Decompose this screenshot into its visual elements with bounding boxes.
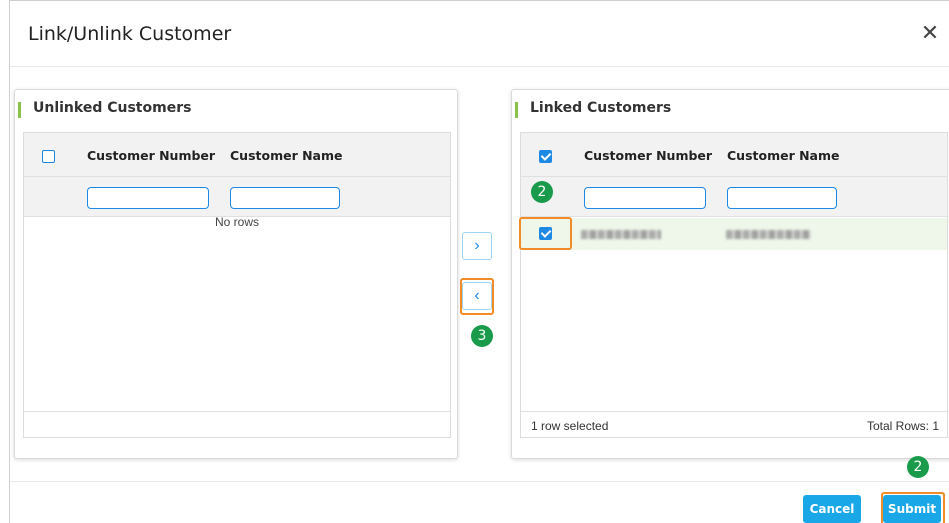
linked-panel-title: Linked Customers [512, 100, 671, 120]
unlinked-title-text: Unlinked Customers [33, 100, 192, 116]
redacted-customer-name [726, 230, 811, 239]
selected-count: 1 row selected [531, 419, 609, 433]
column-header-customer-number[interactable]: Customer Number [584, 148, 712, 163]
customer-number-filter-input[interactable] [584, 187, 706, 209]
total-rows: Total Rows: 1 [866, 419, 939, 433]
step-badge-submit: 2 [907, 456, 929, 478]
step-badge-unlink: 3 [471, 325, 493, 347]
close-icon[interactable]: ✕ [918, 21, 942, 45]
linked-customers-panel: Linked Customers Customer Number Custome… [511, 89, 949, 459]
footer-divider [10, 481, 949, 482]
unlinked-panel-title: Unlinked Customers [15, 100, 191, 120]
grid-header: Customer Number Customer Name [24, 133, 450, 177]
cancel-button[interactable]: Cancel [803, 495, 861, 523]
column-header-customer-name[interactable]: Customer Name [230, 148, 343, 163]
select-all-checkbox[interactable] [539, 150, 552, 163]
customer-number-filter-input[interactable] [87, 187, 209, 209]
customer-name-filter-input[interactable] [727, 187, 837, 209]
grid-filter-row [24, 177, 450, 217]
column-header-customer-name[interactable]: Customer Name [727, 148, 840, 163]
step-badge-header: 2 [531, 181, 553, 203]
select-all-checkbox[interactable] [42, 150, 55, 163]
row-checkbox-highlight [519, 217, 572, 250]
submit-button-highlight [881, 492, 945, 523]
grid-footer: 1 row selected Total Rows: 1 [521, 411, 947, 437]
chevron-right-icon: › [474, 237, 480, 254]
dialog-header: Link/Unlink Customer ✕ [10, 1, 949, 67]
column-header-customer-number[interactable]: Customer Number [87, 148, 215, 163]
dialog-title: Link/Unlink Customer [28, 23, 232, 45]
link-unlink-dialog: Link/Unlink Customer ✕ Unlinked Customer… [9, 0, 949, 523]
grid-header: Customer Number Customer Name [521, 133, 947, 177]
linked-title-text: Linked Customers [530, 100, 672, 116]
unlinked-customers-panel: Unlinked Customers Customer Number Custo… [14, 89, 458, 459]
redacted-customer-number [581, 230, 661, 239]
panel-accent-bar [515, 102, 518, 118]
unlink-button-highlight [460, 278, 494, 315]
customer-name-filter-input[interactable] [230, 187, 340, 209]
linked-grid: Customer Number Customer Name 1 row sele… [520, 132, 948, 438]
grid-filter-row [521, 177, 947, 217]
grid-footer [24, 411, 450, 437]
no-rows-message: No rows [214, 215, 259, 229]
unlinked-grid: Customer Number Customer Name No rows [23, 132, 451, 438]
panel-accent-bar [18, 102, 21, 118]
table-row[interactable] [521, 218, 947, 250]
link-button[interactable]: › [462, 232, 492, 260]
